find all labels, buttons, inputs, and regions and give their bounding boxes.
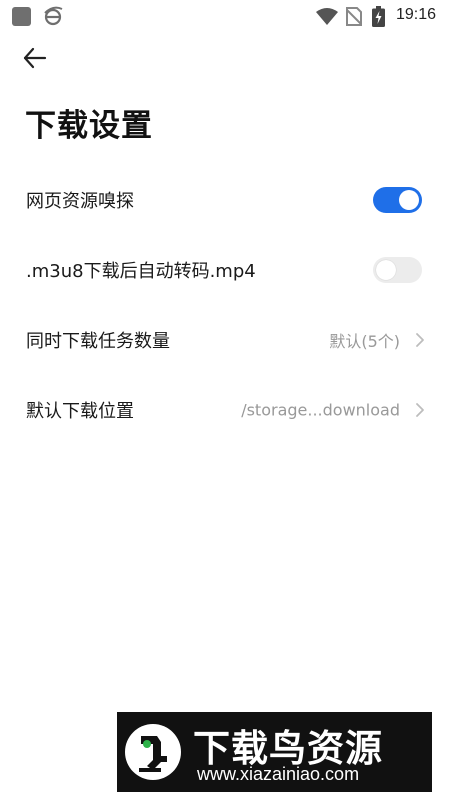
- setting-label: .m3u8下载后自动转码.mp4: [26, 261, 256, 282]
- no-sim-icon: [346, 7, 362, 26]
- setting-row-concurrent-downloads[interactable]: 同时下载任务数量 默认(5个): [0, 310, 450, 370]
- setting-label: 网页资源嗅探: [26, 191, 134, 212]
- setting-row-m3u8-transcode[interactable]: .m3u8下载后自动转码.mp4: [0, 240, 450, 300]
- wifi-icon: [316, 8, 338, 25]
- concurrent-downloads-value: 默认(5个): [329, 332, 400, 351]
- watermark-url: www.xiazainiao.com: [197, 764, 360, 784]
- back-arrow-icon[interactable]: [22, 45, 48, 71]
- battery-icon: [372, 6, 385, 27]
- setting-row-resource-sniffing[interactable]: 网页资源嗅探: [0, 170, 450, 230]
- m3u8-transcode-toggle[interactable]: [373, 257, 422, 283]
- toggle-knob: [376, 260, 396, 280]
- setting-row-download-location[interactable]: 默认下载位置 /storage...download: [0, 380, 450, 440]
- chevron-right-icon: [416, 403, 424, 417]
- status-bar: 19:16: [0, 0, 450, 32]
- app-notification-icon: [12, 7, 31, 26]
- page-title: 下载设置: [25, 108, 153, 144]
- bird-logo-icon: [125, 724, 181, 780]
- setting-label: 默认下载位置: [26, 401, 134, 422]
- resource-sniffing-toggle[interactable]: [373, 187, 422, 213]
- toggle-knob: [399, 190, 419, 210]
- setting-label: 同时下载任务数量: [26, 331, 170, 352]
- watermark-banner: 下载鸟资源 www.xiazainiao.com: [117, 712, 432, 792]
- status-time: 19:16: [396, 6, 437, 23]
- chevron-right-icon: [416, 333, 424, 347]
- browser-icon: [44, 6, 63, 26]
- download-location-value: /storage...download: [241, 400, 400, 420]
